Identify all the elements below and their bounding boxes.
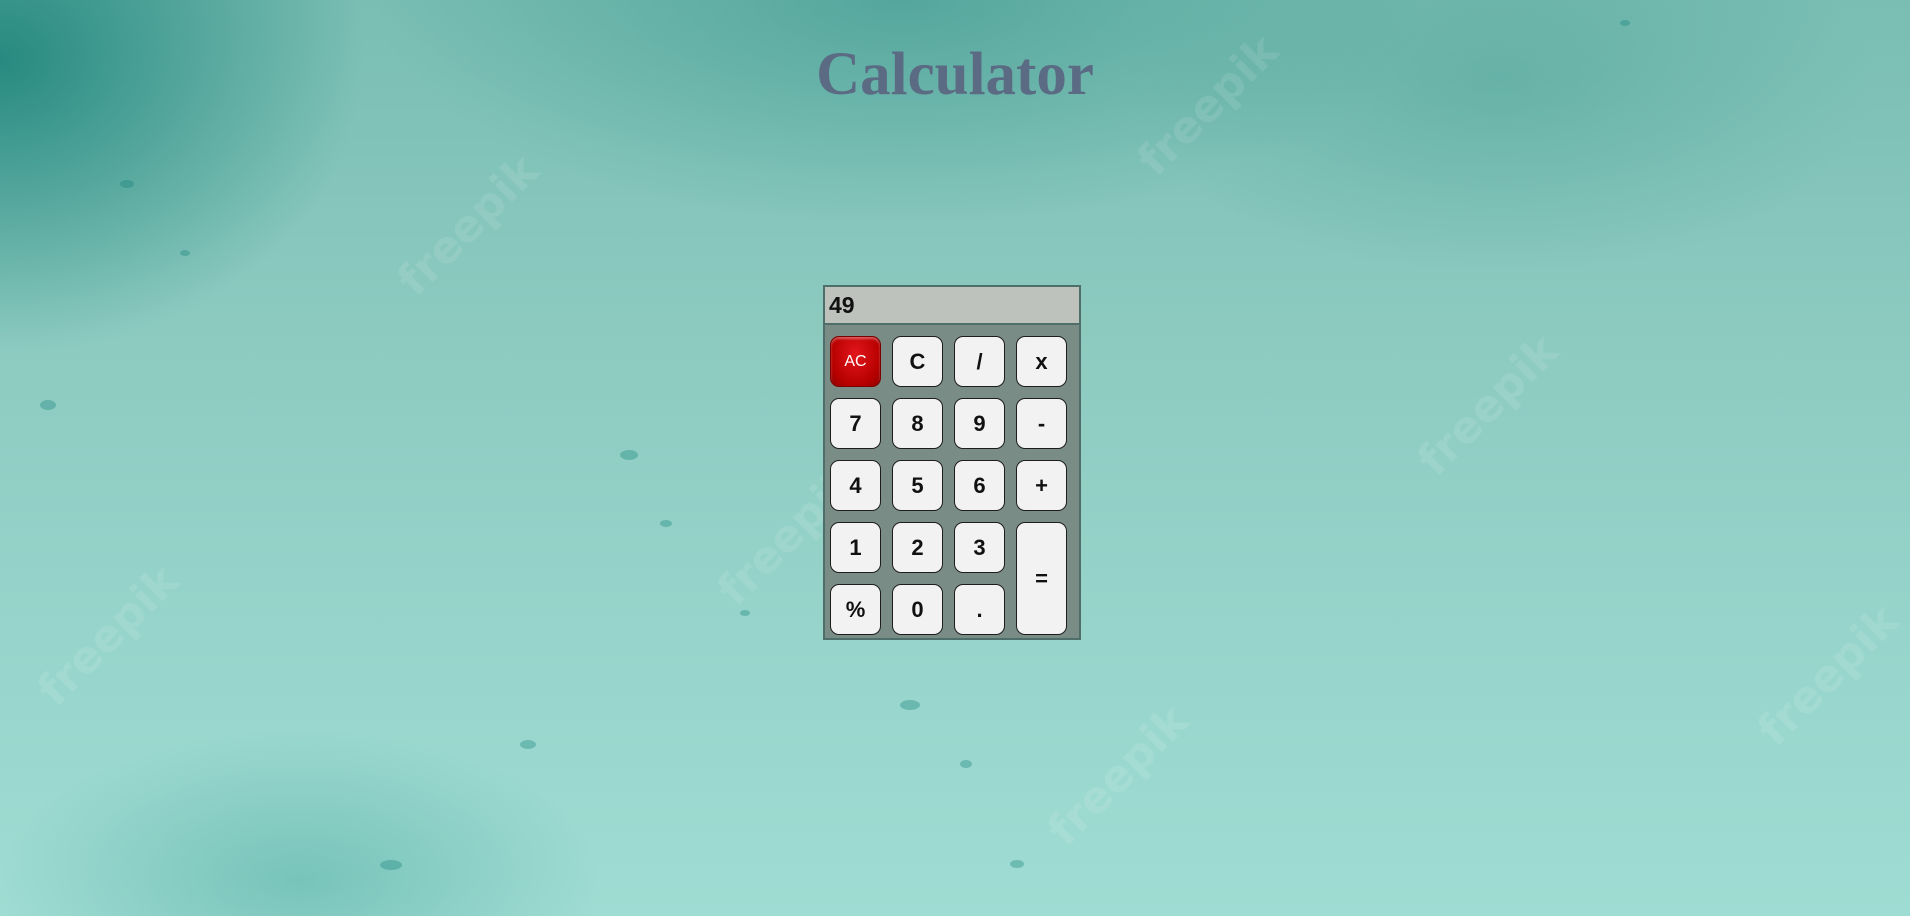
digit-8-button[interactable]: 8 [892,398,943,449]
digit-0-button[interactable]: 0 [892,584,943,635]
texture-speckle [900,700,920,710]
percent-button[interactable]: % [830,584,881,635]
digit-7-button[interactable]: 7 [830,398,881,449]
digit-5-button[interactable]: 5 [892,460,943,511]
multiply-button[interactable]: x [1016,336,1067,387]
texture-speckle [520,740,536,749]
watermark: freepik [1037,695,1199,856]
watermark: freepik [387,145,549,306]
subtract-button[interactable]: - [1016,398,1067,449]
decimal-button[interactable]: . [954,584,1005,635]
add-button[interactable]: + [1016,460,1067,511]
texture-speckle [960,760,972,768]
calculator: 49 AC C / x 7 8 9 - 4 5 6 + 1 2 3 = % 0 … [823,285,1081,640]
calculator-display: 49 [825,287,1079,325]
texture-speckle [1010,860,1024,868]
digit-3-button[interactable]: 3 [954,522,1005,573]
watermark: freepik [27,555,189,716]
texture-speckle [180,250,190,256]
clear-button[interactable]: C [892,336,943,387]
all-clear-button[interactable]: AC [830,336,881,387]
digit-2-button[interactable]: 2 [892,522,943,573]
texture-speckle [660,520,672,527]
texture-speckle [40,400,56,410]
digit-6-button[interactable]: 6 [954,460,1005,511]
divide-button[interactable]: / [954,336,1005,387]
equals-button[interactable]: = [1016,522,1067,635]
texture-speckle [120,180,134,188]
texture-speckle [620,450,638,460]
digit-4-button[interactable]: 4 [830,460,881,511]
texture-speckle [1620,20,1630,26]
watermark: freepik [1747,595,1909,756]
texture-speckle [380,860,402,870]
digit-1-button[interactable]: 1 [830,522,881,573]
watermark: freepik [1407,325,1569,486]
page-title: Calculator [816,41,1094,108]
digit-9-button[interactable]: 9 [954,398,1005,449]
